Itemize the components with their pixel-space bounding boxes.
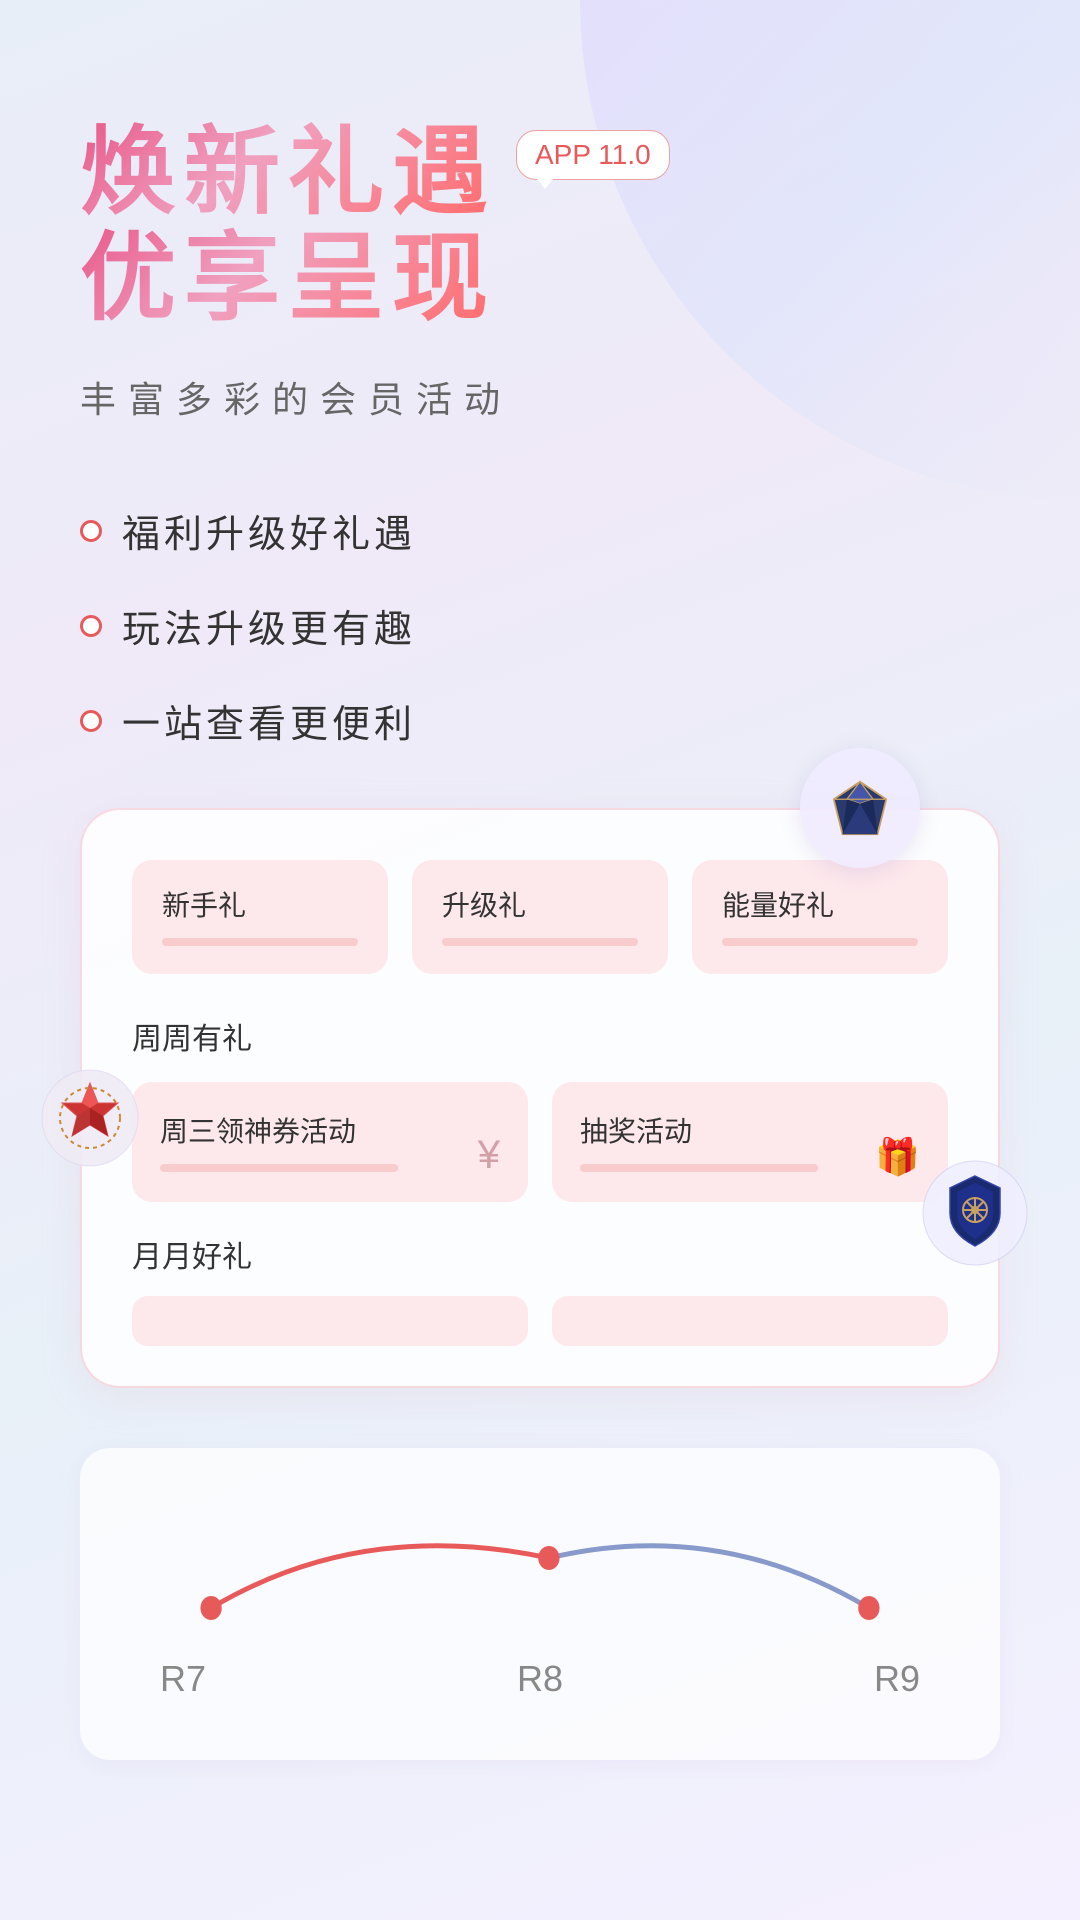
card-wrapper: 新手礼 升级礼 能量好礼 周周有礼 周三领神券活动 ¥ xyxy=(80,808,1000,1388)
tabs-row: 新手礼 升级礼 能量好礼 xyxy=(132,860,948,974)
lottery-activity-card[interactable]: 抽奖活动 🎁 xyxy=(552,1082,948,1202)
title-row: 焕新礼遇 优享呈现 APP 11.0 xyxy=(80,120,1000,331)
monthly-card-1[interactable] xyxy=(132,1296,528,1346)
coupon-bar xyxy=(160,1164,398,1172)
monthly-card-2[interactable] xyxy=(552,1296,948,1346)
diamond-icon-container xyxy=(800,748,920,868)
section1-title: 周周有礼 xyxy=(132,1014,948,1058)
monthly-cards-preview xyxy=(132,1296,948,1346)
gift-icon: 🎁 xyxy=(875,1136,920,1178)
progress-curve-svg xyxy=(140,1498,940,1638)
tab-shengjili-bar xyxy=(442,938,638,946)
feature-text-1: 福利升级好礼遇 xyxy=(122,503,416,558)
feature-text-3: 一站查看更便利 xyxy=(122,693,416,748)
red-gem-icon xyxy=(40,1068,140,1168)
curve-container xyxy=(140,1498,940,1638)
app-version-badge: APP 11.0 xyxy=(516,130,670,180)
lottery-label: 抽奖活动 xyxy=(580,1110,920,1150)
lottery-bar xyxy=(580,1164,818,1172)
feature-text-2: 玩法升级更有趣 xyxy=(122,598,416,653)
level-r9: R9 xyxy=(874,1658,920,1700)
feature-dot-icon xyxy=(80,710,102,732)
level-dot-r7 xyxy=(200,1596,221,1620)
section2-title: 月月好礼 xyxy=(132,1232,948,1276)
tab-nenglianghao-bar xyxy=(722,938,918,946)
red-gem-icon-container xyxy=(40,1068,140,1168)
yen-icon: ¥ xyxy=(478,1133,500,1178)
weekly-cards-row: 周三领神券活动 ¥ 抽奖活动 🎁 xyxy=(132,1082,948,1202)
coupon-activity-card[interactable]: 周三领神券活动 ¥ xyxy=(132,1082,528,1202)
feature-dot-icon xyxy=(80,615,102,637)
tab-nenglianghao-label: 能量好礼 xyxy=(722,884,918,924)
feature-item-1: 福利升级好礼遇 xyxy=(80,503,1000,558)
main-title-block: 焕新礼遇 优享呈现 xyxy=(80,120,496,331)
feature-dot-icon xyxy=(80,520,102,542)
level-r8: R8 xyxy=(517,1658,563,1700)
tab-shengjili-label: 升级礼 xyxy=(442,884,638,924)
level-dot-r8 xyxy=(538,1546,559,1570)
feature-item-2: 玩法升级更有趣 xyxy=(80,598,1000,653)
title-line2: 优享呈现 xyxy=(80,226,496,332)
feature-item-3: 一站查看更便利 xyxy=(80,693,1000,748)
diamond-icon xyxy=(825,773,895,843)
coupon-label: 周三领神券活动 xyxy=(160,1110,500,1150)
feature-list: 福利升级好礼遇 玩法升级更有趣 一站查看更便利 xyxy=(80,503,1000,748)
level-labels: R7 R8 R9 xyxy=(140,1658,940,1700)
title-line1: 焕新礼遇 xyxy=(80,120,496,226)
level-r7: R7 xyxy=(160,1658,206,1700)
tab-card-xinsholi[interactable]: 新手礼 xyxy=(132,860,388,974)
tab-xinsholi-bar xyxy=(162,938,358,946)
level-dot-r9 xyxy=(858,1596,879,1620)
header-section: 焕新礼遇 优享呈现 APP 11.0 丰富多彩的会员活动 xyxy=(80,120,1000,423)
main-card: 新手礼 升级礼 能量好礼 周周有礼 周三领神券活动 ¥ xyxy=(80,808,1000,1388)
page-subtitle: 丰富多彩的会员活动 xyxy=(80,371,1000,423)
tab-card-nenglianghao[interactable]: 能量好礼 xyxy=(692,860,948,974)
tab-xinsholi-label: 新手礼 xyxy=(162,884,358,924)
tab-card-shengjili[interactable]: 升级礼 xyxy=(412,860,668,974)
progress-section: R7 R8 R9 xyxy=(80,1448,1000,1760)
blue-shield-icon xyxy=(920,1158,1030,1268)
blue-shield-icon-container xyxy=(920,1158,1030,1268)
